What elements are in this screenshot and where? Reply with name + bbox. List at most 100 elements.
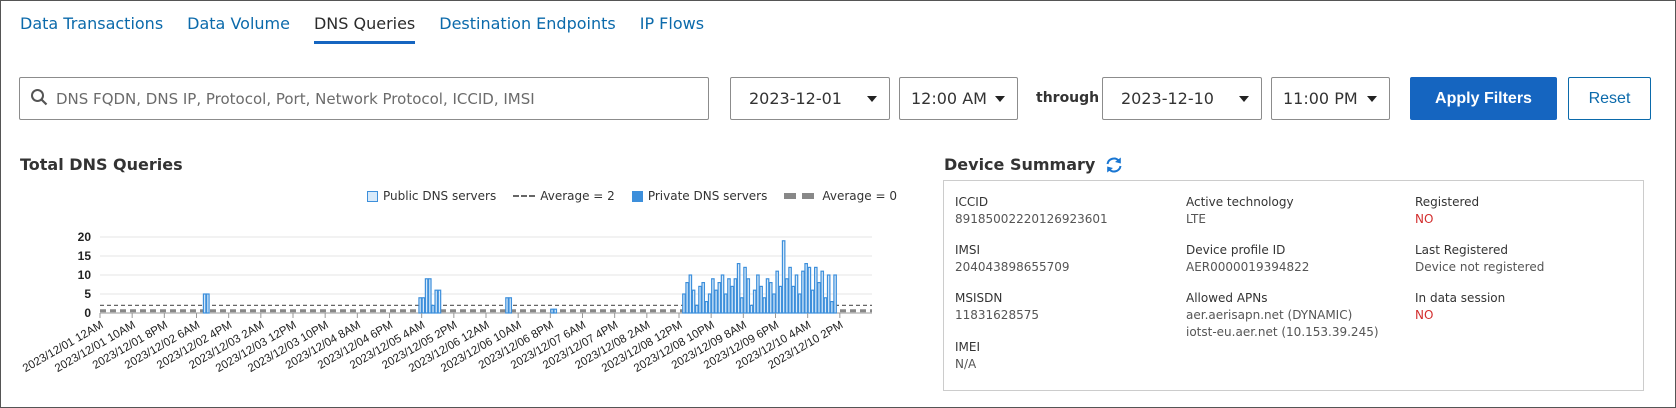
legend-average-public[interactable]: Average = 2 [513,189,615,203]
bar-public [794,274,799,314]
bar-public [698,285,702,314]
bar-public [810,289,815,314]
tab-destination-endpoints[interactable]: Destination Endpoints [439,14,615,44]
start-date-select[interactable]: 2023-12-01 [730,77,890,120]
search-box [19,77,709,120]
refresh-icon[interactable] [1104,156,1124,174]
registered-label: Registered [1415,195,1480,209]
imsi-label: IMSI [955,243,981,257]
registered-field: Registered NO [1415,194,1479,228]
in-data-session-field: In data session NO [1415,290,1505,324]
imsi-field: IMSI 204043898655709 [955,242,1070,276]
device-summary-title: Device Summary [944,155,1096,174]
bar-public [691,289,696,314]
chart-title: Total DNS Queries [20,155,183,174]
legend-label-public: Public DNS servers [383,189,497,203]
start-date-value: 2023-12-01 [749,89,842,108]
bar-public [418,297,422,314]
in-data-session-value: NO [1415,308,1434,322]
bar-public [711,278,715,314]
through-label: through [1036,90,1100,106]
bar-public [775,270,780,314]
bar-public [550,308,554,314]
end-date-value: 2023-12-10 [1121,89,1214,108]
y-tick-label: 5 [84,287,91,301]
bar-public [823,297,828,314]
device-profile-id-label: Device profile ID [1186,243,1286,257]
allowed-apns-field: Allowed APNs aer.aerisapn.net (DYNAMIC) … [1186,290,1379,341]
y-tick-label: 0 [84,306,91,320]
device-profile-id-field: Device profile ID AER0000019394822 [1186,242,1309,276]
legend-public[interactable]: Public DNS servers [367,189,496,203]
bar-public [788,266,792,314]
bar-public [813,266,818,314]
bar-public [421,297,426,314]
bar-public [801,270,805,314]
bar-public [740,297,744,314]
bar-public [762,297,767,314]
tab-ip-flows[interactable]: IP Flows [640,14,704,44]
imei-field: IMEI N/A [955,339,980,373]
bar-public [804,262,808,314]
legend-swatch-average-public [513,195,536,197]
y-tick-label: 20 [78,230,92,244]
reset-button[interactable]: Reset [1568,77,1651,120]
last-registered-value: Device not registered [1415,260,1545,274]
legend-label-average-private: Average = 0 [822,189,897,203]
end-time-value: 11:00 PM [1283,89,1358,108]
imei-label: IMEI [955,340,981,354]
bar-public [791,285,796,314]
bar-public [727,278,731,314]
bar-public [424,278,429,314]
bar-public [431,304,435,314]
tab-data-volume[interactable]: Data Volume [187,14,290,44]
bar-public [682,293,686,314]
search-icon [30,88,48,110]
imei-value: N/A [955,357,977,371]
bar-public [701,281,706,314]
bar-public [820,270,825,314]
bar-public [743,266,747,314]
bar-public [553,308,558,314]
apply-filters-button[interactable]: Apply Filters [1410,77,1557,120]
legend-average-private[interactable]: Average = 0 [784,189,897,203]
bar-public [733,278,738,314]
bar-public [826,274,831,314]
iccid-label: ICCID [955,195,989,209]
bar-public [752,289,757,314]
iccid-field: ICCID 89185002220126923601 [955,194,1108,228]
msisdn-label: MSISDN [955,291,1003,305]
bar-public [746,278,751,314]
chart-legend: Public DNS servers Average = 2 Private D… [367,189,914,203]
start-time-select[interactable]: 12:00 AM [899,77,1018,120]
bar-public [785,278,789,314]
tab-data-transactions[interactable]: Data Transactions [20,14,163,44]
bar-public [781,240,786,314]
bar-public [768,281,773,314]
legend-label-private: Private DNS servers [647,189,768,203]
bar-public [759,285,763,314]
bar-public [720,274,725,314]
allowed-apn-item: aer.aerisapn.net (DYNAMIC) [1186,308,1353,322]
bar-public [756,274,760,314]
bar-public [778,285,783,314]
end-time-select[interactable]: 11:00 PM [1271,77,1390,120]
bar-public [723,293,728,314]
bar-public [772,293,776,314]
bar-public [688,274,693,314]
legend-swatch-private [631,190,643,202]
bar-public [508,297,513,314]
bar-public [437,289,442,314]
end-date-select[interactable]: 2023-12-10 [1102,77,1262,120]
legend-swatch-public [367,190,378,202]
search-input[interactable] [56,89,696,108]
tab-dns-queries[interactable]: DNS Queries [313,14,416,44]
allowed-apns-label: Allowed APNs [1186,291,1268,305]
y-tick-label: 10 [78,268,92,282]
bar-public [717,281,722,314]
allowed-apn-item: iotst-eu.aer.net (10.153.39.245) [1186,325,1379,339]
bar-public [694,304,699,314]
chevron-down-icon [1367,95,1377,102]
legend-private[interactable]: Private DNS servers [631,189,768,203]
bar-public [807,266,812,314]
